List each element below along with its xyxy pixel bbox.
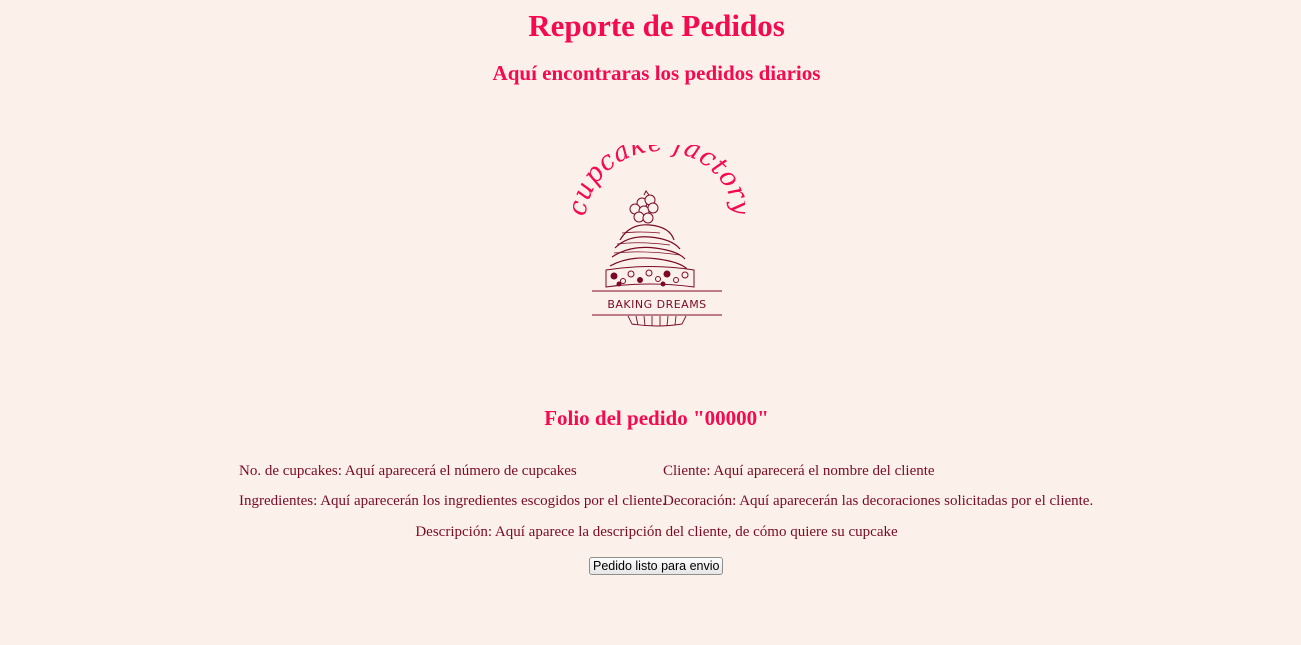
raspberry-icon (629, 190, 659, 224)
folio-number: "00000" (692, 406, 769, 430)
folio-prefix: Folio del pedido (544, 406, 693, 430)
logo-tagline: BAKING DREAMS (607, 298, 706, 311)
cupcake-factory-logo: cupcake factory (570, 145, 745, 327)
ingredients: Ingredientes: Aquí aparecerán los ingred… (239, 493, 666, 509)
decoration: Decoración: Aquí aparecerán las decoraci… (663, 493, 1094, 509)
order-ready-button[interactable]: Pedido listo para envio (589, 557, 724, 575)
sprinkles-icon (605, 266, 695, 288)
client-name: Cliente: Aquí aparecerá el nombre del cl… (663, 463, 935, 479)
order-report-page: Reporte de Pedidos Aquí encontraras los … (0, 0, 1301, 645)
cupcakes-count: No. de cupcakes: Aquí aparecerá el númer… (239, 463, 577, 479)
frosting-icon (609, 224, 688, 270)
page-title: Reporte de Pedidos (528, 8, 785, 43)
order-folio: Folio del pedido "00000" (0, 405, 1301, 431)
page-subtitle: Aquí encontraras los pedidos diarios (492, 61, 821, 85)
cupcake-liner-icon (627, 315, 687, 327)
description: Descripción: Aquí aparece la descripción… (415, 524, 898, 540)
